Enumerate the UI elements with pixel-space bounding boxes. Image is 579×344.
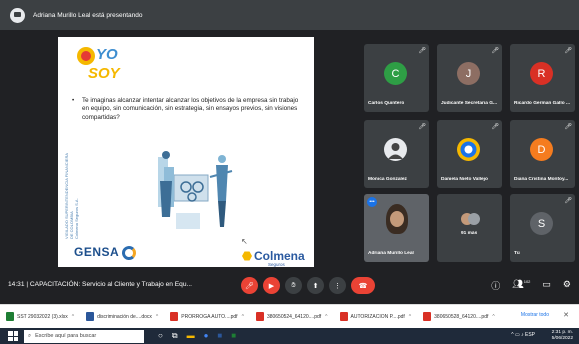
downloads-bar: SST 29032022 (3).xlsx ^ discriminación de… <box>0 304 579 328</box>
avatar: S <box>530 212 553 235</box>
shared-slide: YO SOY • Te imaginas alcanzar intentar a… <box>58 37 314 267</box>
pdf-file-icon <box>255 312 264 321</box>
speaking-icon: ••• <box>367 197 377 207</box>
side-controls: ⓘ 👥︎102 ▭ ⚙ <box>491 279 571 292</box>
show-all-downloads-link[interactable]: Mostrar todo <box>521 312 549 318</box>
info-icon[interactable]: ⓘ <box>491 279 500 292</box>
mic-off-icon: 🎤︎ <box>491 48 499 54</box>
download-item[interactable]: discriminación de....docx ^ <box>86 312 158 321</box>
network-icon[interactable]: ▭ <box>515 332 520 338</box>
download-item[interactable]: SST 29032022 (3).xlsx ^ <box>6 312 74 321</box>
participant-tile[interactable]: 🎤︎ D Diana Cristina Montoy... <box>510 120 575 188</box>
download-item[interactable]: PRORROGA AUTO....pdf ^ <box>170 312 244 321</box>
gensa-logo: GENSA <box>74 245 137 260</box>
participant-tile[interactable]: 🎤︎ C Carlos Quintero <box>364 44 429 112</box>
teamwork-illustration <box>158 151 233 229</box>
pdf-file-icon <box>170 312 179 321</box>
word-icon[interactable]: ■ <box>217 331 222 341</box>
people-icon[interactable]: 👥︎102 <box>512 279 530 292</box>
chevron-up-icon[interactable]: ^ <box>492 314 494 320</box>
presentation-stage: YO SOY • Te imaginas alcanzar intentar a… <box>0 30 360 268</box>
yosoy-logo-icon: YO SOY <box>77 46 122 82</box>
chat-icon[interactable]: ▭ <box>542 279 551 292</box>
colmena-logo: Colmena Seguros <box>242 249 305 267</box>
task-view-icon[interactable]: ⧉ <box>172 331 178 341</box>
excel-icon[interactable]: ■ <box>231 331 236 341</box>
more-options-button[interactable]: ⋮ <box>329 277 346 294</box>
avatars-group-icon <box>461 213 480 225</box>
presenter-banner: Adriana Murillo Leal está presentando <box>0 0 579 30</box>
file-explorer-icon[interactable]: ▬ <box>187 331 195 341</box>
meeting-info: 14:31 | CAPACITACIÓN: Servicio al Client… <box>8 281 193 288</box>
svg-text:SOY: SOY <box>88 65 122 82</box>
hexagon-icon <box>242 251 252 261</box>
mic-toggle-button[interactable]: 🎤︎ <box>241 277 258 294</box>
meeting-control-bar: 14:31 | CAPACITACIÓN: Servicio al Client… <box>0 268 579 304</box>
participant-tile[interactable]: 🎤︎ Monica Gonzalez <box>364 120 429 188</box>
close-icon[interactable]: ✕ <box>563 311 569 319</box>
taskbar-apps: ○ ⧉ ▬ ● ■ ■ <box>158 331 236 341</box>
presenter-banner-text: Adriana Murillo Leal está presentando <box>33 11 143 19</box>
chrome-icon[interactable]: ● <box>204 331 209 341</box>
chevron-up-icon[interactable]: ^ <box>511 332 513 338</box>
search-icon: ⌕ <box>28 332 32 339</box>
mic-off-icon: 🎤︎ <box>418 124 426 130</box>
raise-hand-button[interactable]: ✋︎ <box>285 277 302 294</box>
volume-icon[interactable]: ♪ <box>521 332 524 338</box>
mic-off-icon: 🎤︎ <box>491 124 499 130</box>
avatar: R <box>530 62 553 85</box>
avatar: D <box>530 138 553 161</box>
more-participants-tile[interactable]: 91 más <box>437 194 502 262</box>
clock[interactable]: 2:31 p. m. 5/06/2022 <box>552 330 573 342</box>
cortana-icon[interactable]: ○ <box>158 331 163 341</box>
avatar: J <box>457 62 480 85</box>
mic-off-icon: 🎤︎ <box>564 48 572 54</box>
avatar: C <box>384 62 407 85</box>
chevron-up-icon[interactable]: ^ <box>156 314 158 320</box>
chevron-up-icon[interactable]: ^ <box>72 314 74 320</box>
slide-bullet: • Te imaginas alcanzar intentar alcanzar… <box>72 97 299 121</box>
system-tray: ^ ▭ ♪ ESP <box>511 332 535 338</box>
pdf-file-icon <box>339 312 348 321</box>
download-item[interactable]: 380650528_64120....pdf ^ <box>423 312 495 321</box>
participant-tile[interactable]: 🎤︎ Daniela Nieto Vallejo <box>437 120 502 188</box>
avatar <box>384 138 407 161</box>
svg-text:YO: YO <box>96 46 118 63</box>
chevron-up-icon[interactable]: ^ <box>242 314 244 320</box>
avatar <box>457 138 480 161</box>
presenter-avatar-icon <box>10 7 25 23</box>
excel-file-icon <box>6 312 14 321</box>
mic-off-icon: 🎤︎ <box>564 198 572 204</box>
mic-off-icon: 🎤︎ <box>418 48 426 54</box>
windows-start-icon[interactable] <box>8 331 18 341</box>
chevron-up-icon[interactable]: ^ <box>325 314 327 320</box>
mic-off-icon: 🎤︎ <box>564 124 572 130</box>
slide-bullet-text: Te imaginas alcanzar intentar alcanzar l… <box>82 97 299 121</box>
camera-toggle-button[interactable]: ▶ <box>263 277 280 294</box>
call-controls: 🎤︎ ▶ ✋︎ ⬆ ⋮ ☎ <box>241 277 375 294</box>
presenter-video <box>386 204 408 234</box>
slide-side-text: VIGILADO SUPERINTENDENCIA FINANCIERA DE … <box>64 152 79 239</box>
download-item[interactable]: 380650524_64120....pdf ^ <box>255 312 328 321</box>
chevron-up-icon[interactable]: ^ <box>409 314 411 320</box>
windows-taskbar: ⌕ Escribe aquí para buscar ○ ⧉ ▬ ● ■ ■ ^… <box>0 328 579 344</box>
download-item[interactable]: AUTORIZACION P....pdf ^ <box>339 312 411 321</box>
leave-call-button[interactable]: ☎ <box>351 277 375 294</box>
participant-tile-presenter[interactable]: ••• Adriana Murillo Leal <box>364 194 429 262</box>
activities-icon[interactable]: ⚙ <box>563 279 571 292</box>
pdf-file-icon <box>423 312 432 321</box>
participant-tile[interactable]: 🎤︎ R Ricardo German Gallo ... <box>510 44 575 112</box>
participant-tile-self[interactable]: 🎤︎ S Tú <box>510 194 575 262</box>
word-file-icon <box>86 312 95 321</box>
language-indicator[interactable]: ESP <box>525 332 535 338</box>
participant-tile[interactable]: 🎤︎ J Judicante Secretaria G... <box>437 44 502 112</box>
mouse-cursor-icon: ↖ <box>241 237 248 246</box>
taskbar-search-input[interactable]: ⌕ Escribe aquí para buscar <box>24 329 144 343</box>
participants-grid: 🎤︎ C Carlos Quintero 🎤︎ J Judicante Secr… <box>364 44 579 268</box>
present-button[interactable]: ⬆ <box>307 277 324 294</box>
gensa-g-icon <box>122 245 137 260</box>
